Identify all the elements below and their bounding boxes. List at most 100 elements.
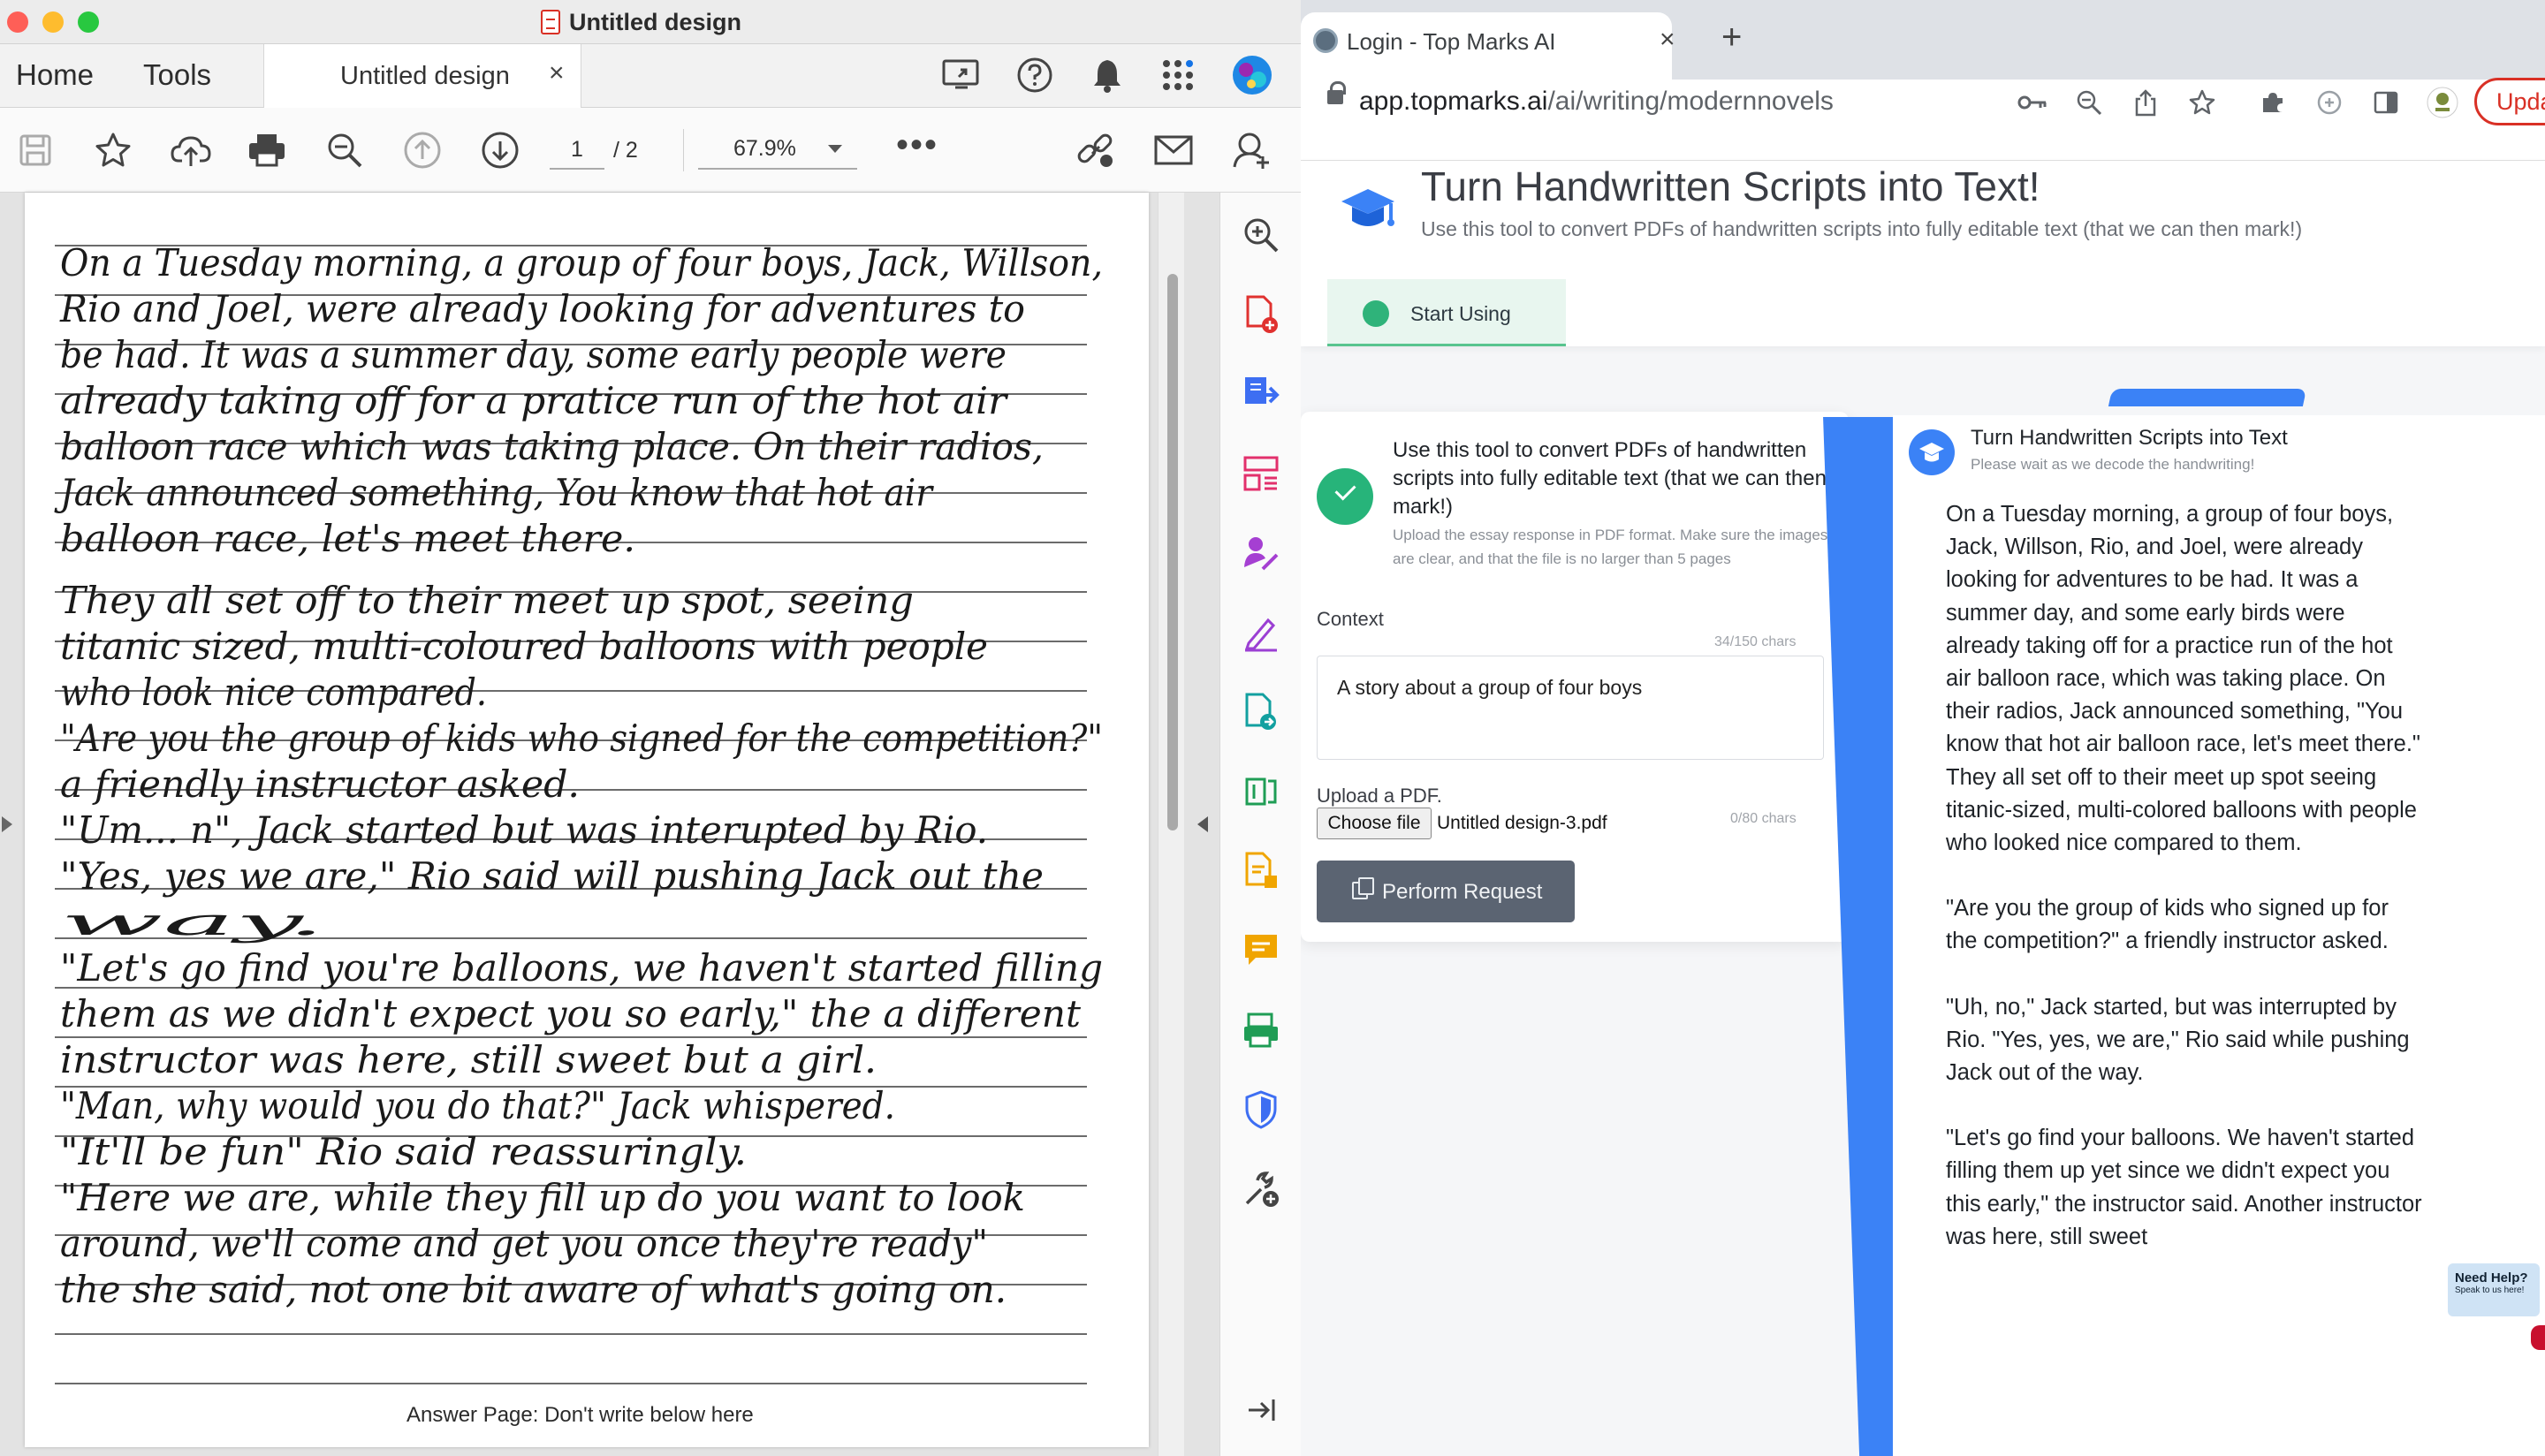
handwritten-line: already taking off for a pratice run of … [60, 379, 1009, 422]
add-user-icon[interactable] [1228, 127, 1274, 173]
more-options-icon[interactable]: ••• [896, 127, 938, 163]
user-avatar[interactable] [1230, 53, 1274, 97]
document-toolbar: 1 / 2 67.9% ••• [0, 108, 1301, 193]
url-host: app.topmarks.ai [1359, 87, 1548, 116]
pdf-viewer-window: Untitled design Home Tools Untitled desi… [0, 0, 1301, 1456]
left-panel-toggle-icon[interactable] [2, 816, 12, 832]
comment-icon[interactable] [1238, 928, 1284, 974]
send-for-review-icon[interactable] [1238, 689, 1284, 735]
nav-tools[interactable]: Tools [143, 58, 211, 92]
answer-page-footer: Answer Page: Don't write below here [406, 1403, 754, 1427]
output-subtitle: Please wait as we decode the handwriting… [1971, 456, 2255, 473]
chat-launcher-icon[interactable] [2531, 1325, 2545, 1350]
compress-pdf-icon[interactable] [1238, 769, 1284, 815]
context-textarea[interactable]: A story about a group of four boys [1317, 656, 1824, 760]
address-bar[interactable]: app.topmarks.ai/ai/writing/modernnovels [1359, 87, 1834, 117]
checkmark-icon [1317, 468, 1373, 525]
minimize-window-button[interactable] [42, 11, 64, 33]
apps-grid-icon[interactable] [1156, 53, 1200, 97]
handwritten-line: balloon race, let's meet there. [60, 517, 635, 560]
bookmark-star-icon[interactable] [90, 127, 136, 173]
share-screen-icon[interactable] [938, 53, 983, 97]
form-heading: Use this tool to convert PDFs of handwri… [1393, 438, 1827, 519]
zoom-out-icon[interactable] [322, 127, 368, 173]
close-window-button[interactable] [7, 11, 28, 33]
print-icon[interactable] [244, 127, 290, 173]
upload-form-card: Use this tool to convert PDFs of handwri… [1301, 412, 1849, 942]
handwritten-line: "Man, why would you do that?" Jack whisp… [60, 1084, 895, 1127]
graduation-cap-logo-icon [1336, 177, 1400, 245]
handwritten-line: On a Tuesday morning, a group of four bo… [60, 241, 1103, 284]
previous-page-icon[interactable] [399, 127, 445, 173]
site-favicon-icon [1313, 28, 1338, 53]
save-icon[interactable] [12, 127, 58, 173]
new-tab-button[interactable]: + [1721, 19, 1742, 55]
notifications-bell-icon[interactable] [1085, 53, 1129, 97]
password-key-icon[interactable] [2017, 87, 2048, 118]
right-panel-toggle-icon[interactable] [1197, 816, 1208, 832]
zoom-window-button[interactable] [78, 11, 99, 33]
transcribed-text: On a Tuesday morning, a group of four bo… [1946, 498, 2423, 1286]
lock-icon[interactable] [1327, 81, 1346, 104]
protect-shield-icon[interactable] [1238, 1087, 1284, 1133]
window-titlebar: Untitled design [0, 0, 1301, 44]
share-icon[interactable] [2130, 87, 2161, 118]
document-canvas: On a Tuesday morning, a group of four bo… [0, 193, 1219, 1456]
share-link-icon[interactable] [1073, 127, 1119, 173]
handwritten-line: "Let's go find you're balloons, we haven… [60, 946, 1103, 990]
email-icon[interactable] [1151, 127, 1197, 173]
extension-icon[interactable] [2313, 87, 2345, 118]
page-title: Turn Handwritten Scripts into Text! [1421, 163, 2040, 209]
bookmark-star-icon[interactable] [2186, 87, 2218, 118]
create-pdf-icon[interactable] [1238, 292, 1284, 337]
zoom-icon[interactable] [2073, 87, 2105, 118]
output-logo-icon [1909, 429, 1955, 475]
zoom-select[interactable]: 67.9% [698, 129, 857, 170]
app-tab-bar: Home Tools Untitled design × [0, 44, 1301, 108]
document-tab-close-button[interactable]: × [549, 58, 565, 88]
decorative-swoosh [2108, 389, 2307, 406]
edit-pdf-icon[interactable] [1238, 848, 1284, 894]
export-pdf-icon[interactable] [1238, 371, 1284, 417]
side-panel-icon[interactable] [2370, 87, 2402, 118]
handwritten-line: be had. It was a summer day, some early … [60, 333, 1007, 376]
help-icon[interactable] [1013, 53, 1057, 97]
collapse-panel-icon[interactable] [1238, 1387, 1284, 1433]
need-help-widget[interactable]: Need Help? Speak to us here! [2448, 1263, 2540, 1316]
handwritten-line: around, we'll come and get you once they… [60, 1222, 988, 1265]
tab-start-using-label: Start Using [1410, 302, 1511, 325]
browser-tab-close-button[interactable]: × [1660, 25, 1675, 55]
browser-tab[interactable]: Login - Top Marks AI × [1301, 12, 1675, 80]
document-scroll-thumb[interactable] [1167, 274, 1178, 830]
tab-start-using[interactable]: Start Using [1327, 279, 1566, 346]
document-tab[interactable]: Untitled design × [263, 44, 581, 108]
organize-pages-icon[interactable] [1238, 451, 1284, 497]
handwritten-line: "Yes, yes we are," Rio said will pushing… [60, 854, 1044, 898]
cloud-upload-icon[interactable] [168, 127, 214, 173]
context-char-count: 34/150 chars [1714, 634, 1797, 649]
scan-ocr-icon[interactable] [1238, 1007, 1284, 1053]
browser-tab-strip: Login - Top Marks AI × + [1301, 0, 2545, 80]
update-browser-button[interactable]: Upda [2474, 78, 2545, 125]
profile-avatar[interactable] [2427, 87, 2458, 118]
browser-window: Login - Top Marks AI × + app.topmarks.ai… [1301, 0, 2545, 1456]
request-signatures-icon[interactable] [1238, 530, 1284, 576]
fill-sign-icon[interactable] [1238, 610, 1284, 656]
context-label: Context [1317, 608, 1384, 630]
extensions-puzzle-icon[interactable] [2257, 87, 2289, 118]
more-tools-icon[interactable] [1238, 1166, 1284, 1212]
page-subtitle: Use this tool to convert PDFs of handwri… [1421, 217, 2303, 240]
upload-char-count: 0/80 chars [1730, 811, 1797, 826]
next-page-icon[interactable] [477, 127, 523, 173]
page-number-input[interactable]: 1 [550, 129, 604, 170]
handwritten-page-scan: On a Tuesday morning, a group of four bo… [54, 241, 1103, 1384]
need-help-title: Need Help? [2455, 1270, 2528, 1285]
handwritten-line: "Are you the group of kids who signed fo… [60, 717, 1103, 760]
document-scrollbar[interactable] [1158, 193, 1184, 1456]
perform-request-button[interactable]: Perform Request [1317, 861, 1575, 922]
search-zoom-icon[interactable] [1238, 212, 1284, 258]
choose-file-button[interactable]: Choose file [1317, 808, 1432, 839]
nav-home[interactable]: Home [16, 58, 94, 92]
form-help-text: Upload the essay response in PDF format.… [1393, 527, 1828, 567]
handwritten-line: them as we didn't expect you so early," … [60, 992, 1081, 1035]
